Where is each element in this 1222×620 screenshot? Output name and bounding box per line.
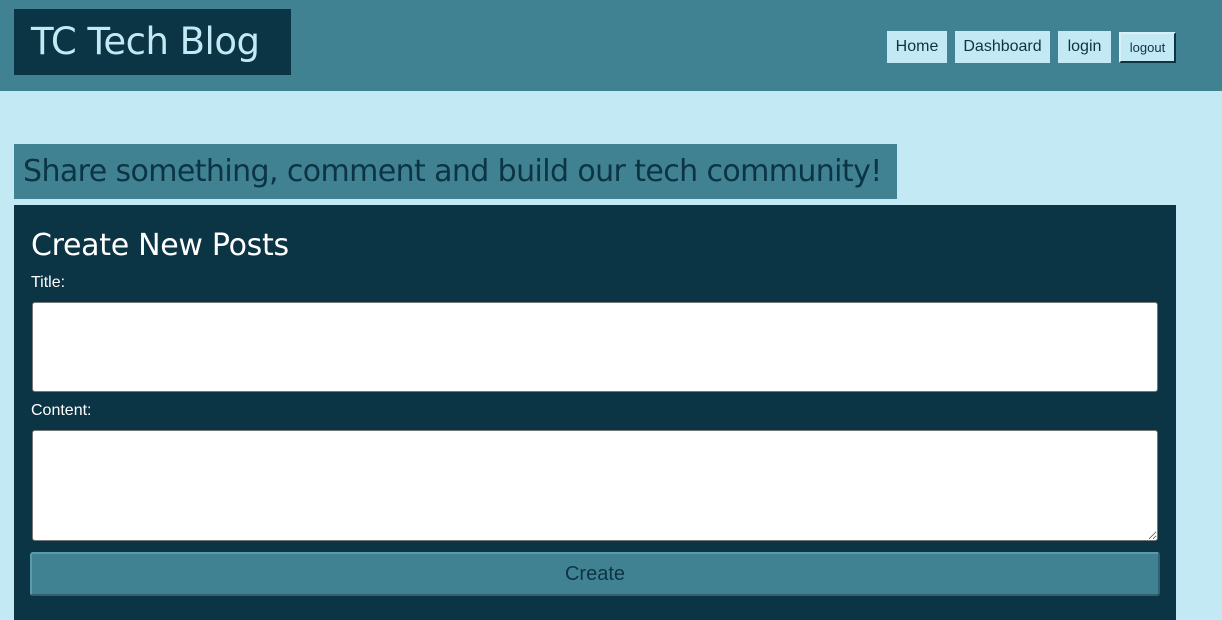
- nav-login-link[interactable]: login: [1058, 31, 1111, 63]
- create-post-form: Create New Posts Title: Content: Create: [14, 205, 1176, 620]
- site-brand[interactable]: TC Tech Blog: [14, 9, 291, 75]
- content-label: Content:: [31, 402, 92, 419]
- form-heading: Create New Posts: [31, 228, 289, 263]
- logout-button[interactable]: logout: [1119, 32, 1176, 63]
- nav-dashboard-link[interactable]: Dashboard: [955, 31, 1050, 63]
- page-tagline: Share something, comment and build our t…: [14, 144, 897, 199]
- title-label: Title:: [31, 274, 66, 291]
- create-button[interactable]: Create: [30, 552, 1160, 596]
- nav-home-link[interactable]: Home: [887, 31, 947, 63]
- content-textarea[interactable]: [32, 430, 1158, 541]
- title-input[interactable]: [32, 302, 1158, 392]
- site-header: TC Tech Blog Home Dashboard login logout: [0, 0, 1222, 91]
